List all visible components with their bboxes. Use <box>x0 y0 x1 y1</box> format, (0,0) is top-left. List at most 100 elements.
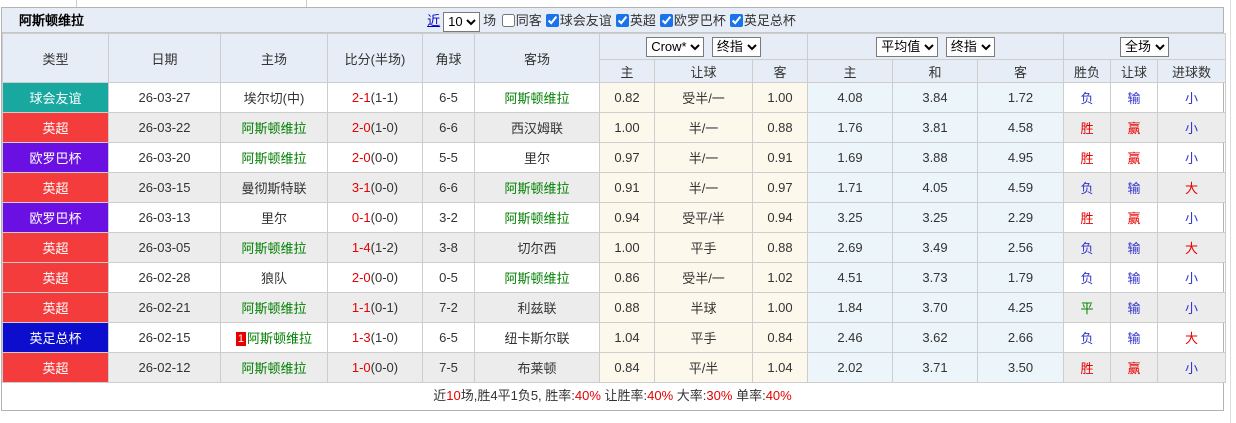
away-team[interactable]: 西汉姆联 <box>474 112 600 143</box>
home-team[interactable]: 1 阿斯顿维拉 <box>220 322 328 353</box>
avg-away-odds: 4.58 <box>976 112 1065 143</box>
odds-away: 1.04 <box>752 352 808 383</box>
result-handicap: 赢 <box>1110 142 1159 173</box>
competition-option-premier-league[interactable]: 英超 <box>614 13 656 28</box>
score-cell: 2-0(1-0) <box>327 112 423 143</box>
away-team[interactable]: 里尔 <box>474 142 600 173</box>
avg-away-odds: 1.79 <box>976 262 1065 293</box>
col-header-date: 日期 <box>108 33 221 83</box>
home-team-name: 埃尔切(中) <box>243 91 305 106</box>
away-team[interactable]: 布莱顿 <box>474 352 600 383</box>
result-outcome: 胜 <box>1063 112 1112 143</box>
home-team[interactable]: 里尔 <box>220 202 328 233</box>
away-team[interactable]: 利兹联 <box>474 292 600 323</box>
avg-draw-odds: 3.81 <box>892 112 978 143</box>
avg-away-odds: 2.66 <box>976 322 1065 353</box>
full-time-score: 1-0 <box>351 360 371 375</box>
home-team[interactable]: 阿斯顿维拉 <box>220 292 328 323</box>
competition-option-europa-league[interactable]: 欧罗巴杯 <box>658 13 726 28</box>
scope-select[interactable]: 全场 <box>1120 36 1170 57</box>
competition-checkbox-premier-league[interactable] <box>615 14 629 28</box>
title-bar: 阿斯顿维拉 近 10 场 同客 球会友谊 英超 欧罗巴杯 英足总杯 <box>2 8 1223 33</box>
odds-stage-select-2[interactable]: 终指 <box>945 36 995 57</box>
competition-option-fa-cup[interactable]: 英足总杯 <box>728 13 796 28</box>
away-team[interactable]: 阿斯顿维拉 <box>474 262 600 293</box>
footer-segment: 场,胜4平1负5, 胜率: <box>460 388 575 403</box>
same-away-checkbox[interactable] <box>501 14 515 28</box>
col-header-away: 客场 <box>474 33 600 83</box>
half-time-score: (1-0) <box>370 330 399 345</box>
home-team[interactable]: 狼队 <box>220 262 328 293</box>
full-time-score: 1-4 <box>351 240 371 255</box>
same-away-option[interactable]: 同客 <box>500 13 542 28</box>
half-time-score: (0-0) <box>370 180 399 195</box>
competition-checkbox-friendly[interactable] <box>545 14 559 28</box>
away-team[interactable]: 阿斯顿维拉 <box>474 82 600 113</box>
odds-away: 0.94 <box>752 202 808 233</box>
same-away-label: 同客 <box>515 13 542 28</box>
competition-badge: 英超 <box>2 352 109 383</box>
corner-score: 0-5 <box>422 262 475 293</box>
result-goals: 小 <box>1157 292 1227 323</box>
match-date: 26-02-28 <box>108 262 221 293</box>
competition-badge: 英超 <box>2 262 109 293</box>
avg-draw-odds: 3.88 <box>892 142 978 173</box>
away-team-name: 阿斯顿维拉 <box>504 211 570 226</box>
home-team[interactable]: 曼彻斯特联 <box>220 172 328 203</box>
competition-checkbox-fa-cup[interactable] <box>729 14 743 28</box>
avg-away-odds: 4.25 <box>976 292 1065 323</box>
result-outcome: 负 <box>1063 322 1112 353</box>
page-title: 阿斯顿维拉 <box>19 13 85 28</box>
competition-badge: 英超 <box>2 232 109 263</box>
avg-home-odds: 1.71 <box>807 172 893 203</box>
competition-option-friendly[interactable]: 球会友谊 <box>544 13 612 28</box>
away-team-name: 纽卡斯尔联 <box>504 331 570 346</box>
odds-home: 0.94 <box>599 202 655 233</box>
competition-badge: 球会友谊 <box>2 82 109 113</box>
match-date: 26-02-15 <box>108 322 221 353</box>
competition-label: 英足总杯 <box>743 13 796 28</box>
corner-score: 3-8 <box>422 232 475 263</box>
home-team[interactable]: 阿斯顿维拉 <box>220 112 328 143</box>
recent-count-select[interactable]: 10 <box>443 11 481 32</box>
odds-away: 0.88 <box>752 232 808 263</box>
odds-away: 0.91 <box>752 142 808 173</box>
away-team[interactable]: 阿斯顿维拉 <box>474 172 600 203</box>
odds-group-header: Crow* 终指 <box>599 33 808 60</box>
home-team[interactable]: 埃尔切(中) <box>220 82 328 113</box>
average-select[interactable]: 平均值 <box>876 36 939 57</box>
avg-home-odds: 4.08 <box>807 82 893 113</box>
match-date: 26-03-22 <box>108 112 221 143</box>
odds-company-select[interactable]: Crow* <box>646 36 705 57</box>
competition-label: 欧罗巴杯 <box>673 13 726 28</box>
avg-draw-odds: 3.84 <box>892 82 978 113</box>
away-team-name: 西汉姆联 <box>510 121 563 136</box>
recent-matches-link[interactable]: 近 <box>427 13 440 28</box>
half-time-score: (1-2) <box>370 240 399 255</box>
result-goals: 小 <box>1157 352 1227 383</box>
home-team-name: 阿斯顿维拉 <box>247 331 313 346</box>
result-handicap: 输 <box>1110 172 1159 203</box>
odds-home: 1.00 <box>599 232 655 263</box>
score-cell: 2-1(1-1) <box>327 82 423 113</box>
odds-away: 1.02 <box>752 262 808 293</box>
away-team[interactable]: 切尔西 <box>474 232 600 263</box>
away-team[interactable]: 纽卡斯尔联 <box>474 322 600 353</box>
corner-score: 5-5 <box>422 142 475 173</box>
avg-draw-odds: 3.49 <box>892 232 978 263</box>
competition-checkbox-europa-league[interactable] <box>659 14 673 28</box>
home-team[interactable]: 阿斯顿维拉 <box>220 232 328 263</box>
home-team[interactable]: 阿斯顿维拉 <box>220 352 328 383</box>
away-team[interactable]: 阿斯顿维拉 <box>474 202 600 233</box>
divider <box>306 0 307 7</box>
match-row: 英超 26-02-12 阿斯顿维拉 1-0(0-0) 7-5 布莱顿 0.84 … <box>2 352 1227 383</box>
competition-badge: 欧罗巴杯 <box>2 142 109 173</box>
result-handicap: 输 <box>1110 322 1159 353</box>
away-team-name: 里尔 <box>523 151 550 166</box>
away-team-name: 切尔西 <box>517 241 557 256</box>
home-team[interactable]: 阿斯顿维拉 <box>220 142 328 173</box>
match-row: 英足总杯 26-02-15 1 阿斯顿维拉 1-3(1-0) 6-5 纽卡斯尔联 … <box>2 322 1227 353</box>
odds-stage-select-1[interactable]: 终指 <box>711 36 761 57</box>
result-handicap: 输 <box>1110 292 1159 323</box>
home-team-name: 曼彻斯特联 <box>241 181 307 196</box>
